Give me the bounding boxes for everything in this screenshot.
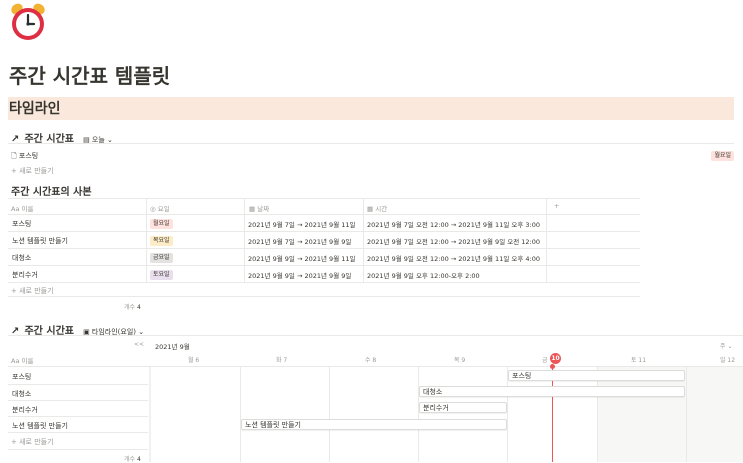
timeline-bar[interactable]: 노션 템플릿 만들기 bbox=[241, 419, 507, 430]
row-date: 2021년 9월 7일 → 2021년 9월 9일 bbox=[248, 238, 352, 246]
day-label: 일 12 bbox=[720, 357, 736, 364]
timeline-row[interactable]: 포스팅 bbox=[8, 368, 148, 384]
table-row[interactable]: 대청소 금요일 2021년 9월 9일 → 2021년 9월 11일 2021년… bbox=[8, 249, 640, 265]
timeline-row[interactable]: 분리수거 bbox=[8, 401, 148, 417]
db2-title[interactable]: 주간 시간표의 사본 bbox=[11, 183, 92, 198]
timeline-scale[interactable]: 주 ⌄ bbox=[720, 341, 732, 350]
section-heading: 타임라인 bbox=[9, 101, 61, 117]
calendar-icon: ▦ bbox=[249, 205, 256, 213]
calendar-icon: ▦ bbox=[367, 205, 374, 213]
db2-new-button[interactable]: + 새로 만들기 bbox=[11, 286, 54, 296]
row-name: 노션 템플릿 만들기 bbox=[12, 237, 68, 245]
day-tag: 목요일 bbox=[150, 236, 173, 246]
alarm-clock-icon bbox=[11, 3, 45, 40]
timeline-name-column: Aa 이름 bbox=[11, 357, 34, 365]
day-tag: 월요일 bbox=[711, 151, 734, 161]
day-tag: 월요일 bbox=[150, 219, 173, 229]
column-day[interactable]: ◎ 요일 bbox=[150, 203, 170, 213]
row-time: 2021년 9월 7일 오전 12:00 → 2021년 9월 9일 오전 12… bbox=[367, 238, 540, 246]
weekend-shade bbox=[597, 367, 743, 462]
row-name: 대청소 bbox=[12, 254, 32, 262]
timeline-row[interactable]: 노션 템플릿 만들기 bbox=[8, 417, 148, 433]
db2-count: 개수 4 bbox=[124, 302, 141, 311]
row-time: 2021년 9월 9일 오전 12:00 → 2021년 9월 11일 오후 4… bbox=[367, 255, 540, 263]
add-column-button[interactable]: + bbox=[554, 202, 559, 210]
db1-list-item[interactable]: 🗋 포스팅 bbox=[11, 151, 38, 163]
db1-item-name: 포스팅 bbox=[18, 152, 39, 160]
column-date[interactable]: ▦ 날짜 bbox=[249, 203, 269, 213]
count-label: 개수 bbox=[124, 304, 136, 311]
table-row[interactable]: 분리수거 토요일 2021년 9월 9일 → 2021년 9월 9일 2021년… bbox=[8, 266, 640, 282]
today-badge: 10 bbox=[550, 353, 561, 364]
day-label: 월 6 bbox=[188, 357, 200, 364]
table-row[interactable]: 노션 템플릿 만들기 목요일 2021년 9월 7일 → 2021년 9월 9일… bbox=[8, 232, 640, 248]
text-icon: Aa bbox=[11, 205, 20, 213]
timeline-month: 2021년 9월 bbox=[155, 343, 190, 351]
table-row[interactable]: 포스팅 월요일 2021년 9월 7일 → 2021년 9월 11일 2021년… bbox=[8, 215, 640, 231]
db3-new-button[interactable]: + 새로 만들기 bbox=[11, 437, 54, 447]
timeline-bar[interactable]: 대청소 bbox=[419, 386, 685, 397]
day-tag: 금요일 bbox=[150, 253, 173, 263]
row-time: 2021년 9월 7일 오전 12:00 → 2021년 9월 11일 오후 3… bbox=[367, 221, 540, 229]
page-icon: 🗋 bbox=[11, 152, 17, 160]
row-name: 대청소 bbox=[12, 390, 32, 398]
day-label: 토 11 bbox=[631, 357, 647, 364]
page-title: 주간 시간표 템플릿 bbox=[9, 64, 171, 88]
row-date: 2021년 9월 9일 → 2021년 9월 11일 bbox=[248, 255, 356, 263]
day-tag: 토요일 bbox=[150, 270, 173, 280]
db1-new-button[interactable]: + 새로 만들기 bbox=[11, 166, 54, 176]
day-label: 화 7 bbox=[276, 357, 288, 364]
select-icon: ◎ bbox=[150, 205, 156, 213]
collapse-icon[interactable]: << bbox=[134, 341, 144, 348]
timeline-bar[interactable]: 포스팅 bbox=[508, 370, 685, 381]
row-date: 2021년 9월 7일 → 2021년 9월 11일 bbox=[248, 221, 356, 229]
row-name: 포스팅 bbox=[12, 373, 32, 381]
row-name: 분리수거 bbox=[12, 271, 38, 279]
row-name: 노션 템플릿 만들기 bbox=[12, 422, 68, 430]
row-time: 2021년 9월 9일 오후 12:00-오후 2:00 bbox=[367, 272, 480, 280]
day-label: 금 bbox=[542, 357, 548, 364]
text-icon: Aa bbox=[11, 357, 20, 365]
today-dot bbox=[550, 364, 555, 369]
column-name[interactable]: Aa 이름 bbox=[11, 203, 33, 213]
day-label: 목 9 bbox=[454, 357, 466, 364]
row-name: 분리수거 bbox=[12, 406, 38, 414]
timeline-row[interactable]: 대청소 bbox=[8, 385, 148, 401]
row-date: 2021년 9월 9일 → 2021년 9월 9일 bbox=[248, 272, 352, 280]
timeline-bar[interactable]: 분리수거 bbox=[419, 402, 507, 413]
row-name: 포스팅 bbox=[12, 220, 32, 228]
count-value: 4 bbox=[136, 304, 141, 311]
timeline-left-shadow bbox=[149, 367, 151, 462]
heading-highlight bbox=[8, 97, 734, 120]
day-label: 수 8 bbox=[365, 357, 377, 364]
column-time[interactable]: ▦ 시간 bbox=[367, 203, 387, 213]
chevron-down-icon: ⌄ bbox=[727, 343, 733, 350]
